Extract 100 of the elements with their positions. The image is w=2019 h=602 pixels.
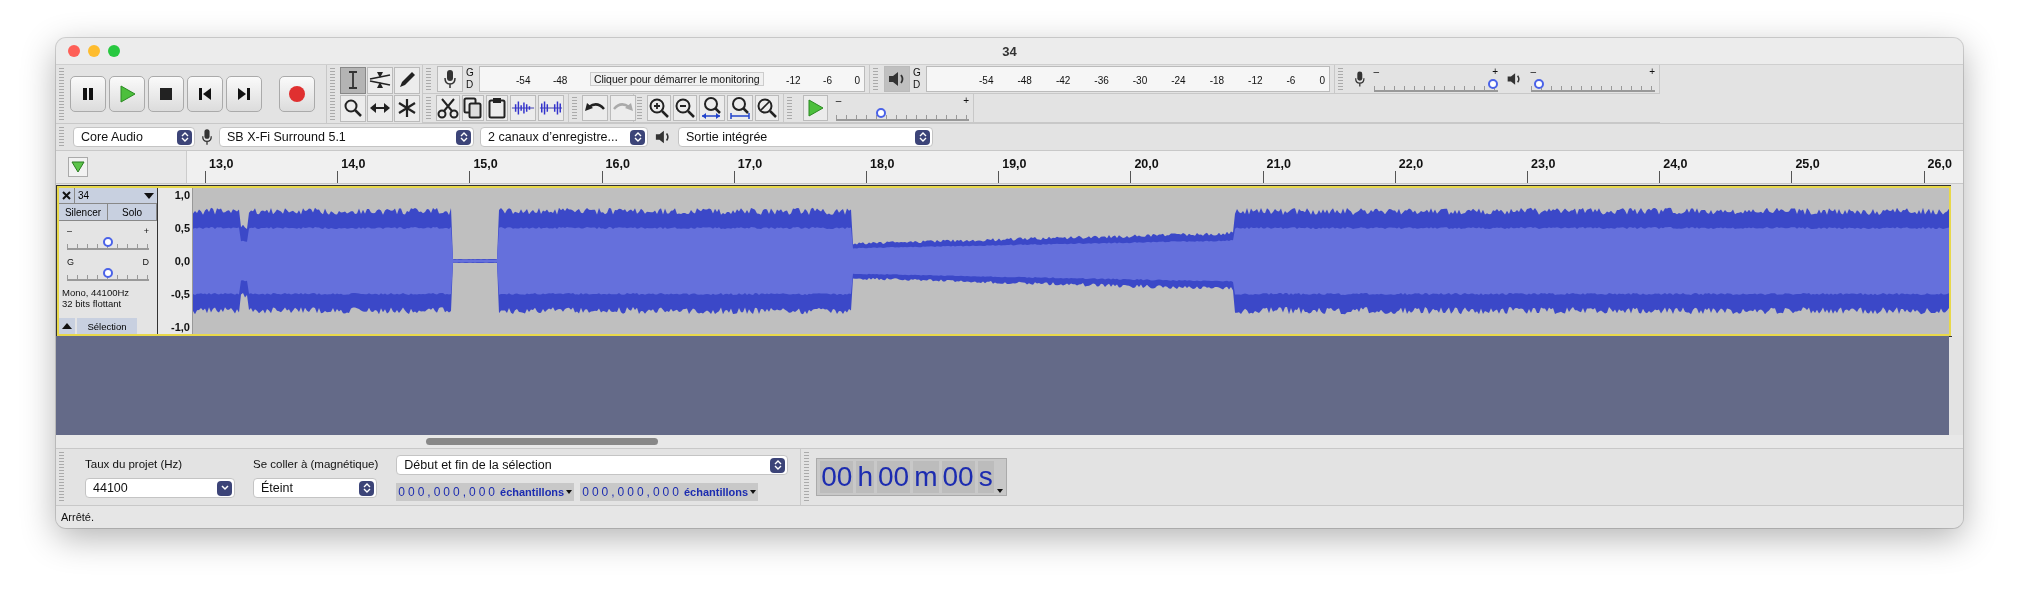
caret-icon — [566, 490, 573, 494]
amplitude-label: -1,0 — [171, 321, 190, 333]
meter-tick-label: -12 — [786, 74, 801, 86]
project-rate-dropdown[interactable]: 44100 — [85, 478, 235, 498]
record-icon — [288, 85, 306, 103]
close-icon — [62, 191, 71, 200]
play-icon — [118, 85, 136, 103]
track-info: Mono, 44100Hz — [62, 287, 131, 298]
snap-to-dropdown[interactable]: Éteint — [253, 478, 377, 498]
undo-button[interactable] — [582, 95, 608, 121]
monitoring-hint[interactable]: Cliquer pour démarrer le monitoring — [589, 72, 764, 86]
fit-selection-button[interactable] — [699, 95, 725, 121]
cut-button[interactable] — [436, 95, 460, 121]
audio-track[interactable]: 34 Silencer Solo – + G D Mono, 44100Hz 32 bits flottant Sélection 1,0 0,5 0,0 -0,5 -1,0 — [57, 186, 1951, 336]
zoom-toggle-button[interactable] — [755, 95, 779, 121]
dropdown-arrows-icon — [177, 129, 192, 145]
horizontal-scrollbar[interactable] — [56, 435, 1963, 448]
playback-device-dropdown[interactable]: Sortie intégrée — [678, 127, 933, 147]
magnifier-icon — [728, 96, 752, 120]
mute-button[interactable]: Silencer — [59, 204, 108, 220]
slider-min-label: – — [1373, 66, 1380, 77]
vertical-scrollbar[interactable] — [1951, 184, 1963, 336]
microphone-icon — [201, 128, 213, 146]
time-label: 13,0 — [209, 157, 234, 171]
close-button[interactable] — [68, 45, 80, 57]
status-text: Arrêté. — [61, 511, 94, 523]
microphone-button[interactable] — [437, 66, 463, 92]
time-label: 26,0 — [1927, 157, 1952, 171]
dropdown-arrows-icon — [630, 129, 645, 145]
selection-start-field[interactable]: 000,000,000 échantillons — [396, 483, 575, 501]
slider-min-label: – — [67, 226, 72, 236]
clipboard-icon — [488, 97, 506, 119]
meter-tick-label: -36 — [1094, 74, 1109, 86]
dropdown-arrow-icon — [217, 480, 232, 496]
pause-button[interactable] — [70, 76, 106, 112]
slider-min-label: – — [1530, 66, 1537, 77]
slider-min-label: G — [67, 257, 74, 267]
skip-to-start-button[interactable] — [187, 76, 223, 112]
record-button[interactable] — [279, 76, 315, 112]
magnifier-icon — [756, 97, 778, 119]
fit-project-button[interactable] — [727, 95, 753, 121]
recording-channels-dropdown[interactable]: 2 canaux d’enregistre... — [480, 127, 648, 147]
draw-tool[interactable] — [394, 66, 420, 94]
slider-min-label: – — [835, 95, 842, 106]
multi-tool[interactable] — [394, 94, 420, 122]
slider-thumb[interactable] — [1534, 78, 1545, 89]
meter-tick-label: -18 — [1209, 74, 1225, 86]
track-menu-button[interactable]: 34 — [75, 188, 157, 203]
slider-thumb[interactable] — [103, 268, 113, 278]
solo-button[interactable]: Solo — [108, 204, 157, 220]
microphone-icon — [1354, 69, 1366, 89]
speaker-button[interactable] — [884, 66, 910, 92]
copy-button[interactable] — [462, 95, 484, 121]
paste-button[interactable] — [486, 95, 508, 121]
trim-audio-button[interactable] — [510, 95, 536, 121]
selection-tool[interactable] — [340, 66, 366, 94]
stop-button[interactable] — [148, 76, 184, 112]
zoom-tool[interactable] — [340, 94, 366, 122]
select-track-button[interactable]: Sélection — [77, 318, 137, 334]
audio-host-dropdown[interactable]: Core Audio — [73, 127, 195, 147]
amplitude-label: 0,0 — [174, 255, 190, 267]
collapse-track-button[interactable] — [59, 318, 75, 334]
envelope-tool[interactable] — [367, 66, 393, 94]
time-label: 23,0 — [1531, 157, 1556, 171]
slider-max-label: + — [963, 95, 969, 106]
triangle-icon — [71, 161, 85, 173]
time-label: 20,0 — [1134, 157, 1159, 171]
silence-audio-button[interactable] — [538, 95, 564, 121]
channel-label: G — [466, 67, 475, 79]
scrollbar-thumb[interactable] — [426, 438, 658, 445]
meter-tick-label: -12 — [1248, 74, 1263, 86]
slider-thumb[interactable] — [103, 237, 113, 247]
recording-device-dropdown[interactable]: SB X-Fi Surround 5.1 — [219, 127, 474, 147]
selection-mode-dropdown[interactable]: Début et fin de la sélection — [396, 455, 789, 475]
skip-back-icon — [197, 86, 213, 102]
zoom-out-button[interactable] — [673, 95, 697, 121]
audio-position-display[interactable]: 00 h 00 m 00 s — [816, 458, 1007, 496]
slider-max-label: + — [1492, 66, 1498, 77]
time-label: 21,0 — [1266, 157, 1291, 171]
waveform-icon — [539, 99, 563, 117]
time-label: 14,0 — [341, 157, 366, 171]
slider-thumb[interactable] — [876, 107, 887, 118]
time-label: 15,0 — [473, 157, 498, 171]
dropdown-arrows-icon — [359, 480, 374, 496]
playback-level-meter[interactable]: -54 -48 -42 -36 -30 -24 -18 -12 -6 0 — [926, 66, 1330, 92]
time-shift-tool[interactable] — [367, 94, 393, 122]
selection-end-field[interactable]: 000,000,000 échantillons — [580, 483, 759, 501]
timeline-options-button[interactable] — [68, 157, 88, 177]
waveform-icon — [511, 99, 535, 117]
speaker-icon — [654, 129, 672, 145]
channel-label: D — [466, 79, 475, 91]
skip-to-end-button[interactable] — [226, 76, 262, 112]
window-title: 34 — [1002, 43, 1017, 59]
microphone-icon — [443, 69, 457, 89]
play-at-speed-button[interactable] — [803, 95, 828, 121]
slider-thumb[interactable] — [1488, 78, 1498, 89]
timeline-ruler[interactable]: 13,0 14,0 15,0 16,0 17,0 18,0 19,0 20,0 21,0 22,0 23,0 24,0 25,0 26,0 — [187, 151, 1963, 183]
recording-level-meter[interactable]: -54 -48 Cliquer pour démarrer le monitoring -12 -6 0 — [479, 66, 865, 92]
zoom-in-button[interactable] — [647, 95, 671, 121]
pencil-icon — [397, 70, 417, 90]
